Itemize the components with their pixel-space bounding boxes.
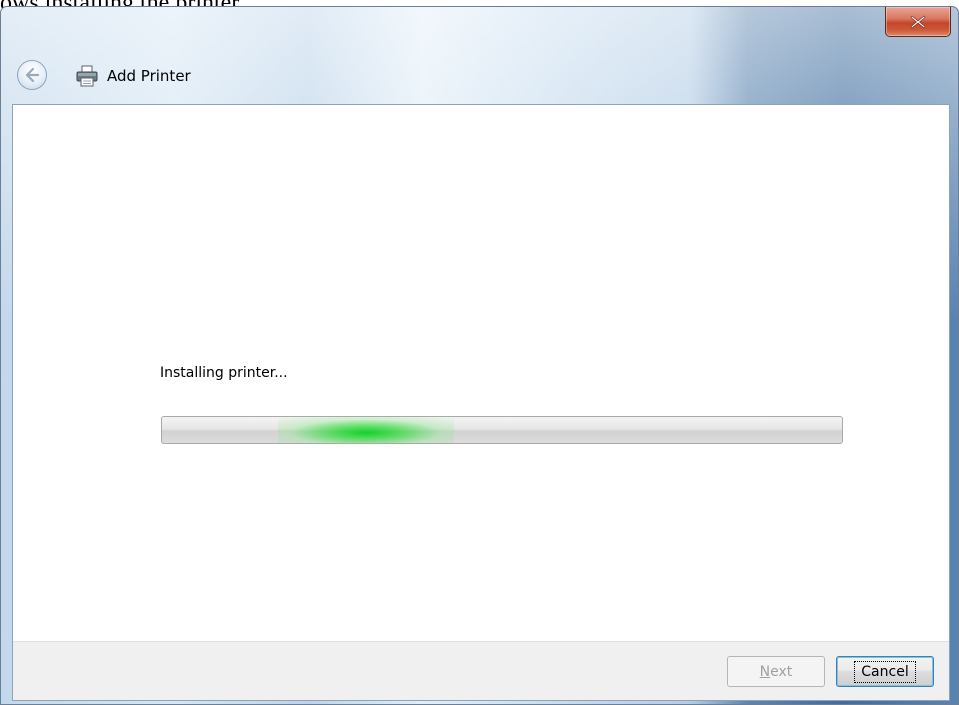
window-title: Add Printer xyxy=(107,67,191,85)
progress-marquee-glow xyxy=(277,417,455,443)
close-button[interactable] xyxy=(885,7,951,37)
back-arrow-icon xyxy=(25,67,40,83)
button-bar: Next Cancel xyxy=(13,641,949,700)
printer-icon xyxy=(76,65,98,87)
screenshot: ows installing the printer. Add Printer … xyxy=(0,0,959,705)
wizard-content-panel: Installing printer... Next Cancel xyxy=(12,104,950,701)
add-printer-window: Add Printer Installing printer... Next C… xyxy=(0,6,959,705)
progress-bar xyxy=(161,416,843,444)
next-button[interactable]: Next xyxy=(727,656,825,687)
back-button[interactable] xyxy=(17,60,47,90)
cancel-button-label: Cancel xyxy=(854,660,916,683)
status-label: Installing printer... xyxy=(160,365,288,381)
next-button-label: Next xyxy=(759,663,793,680)
cancel-button[interactable]: Cancel xyxy=(836,656,934,687)
close-icon xyxy=(910,15,926,28)
